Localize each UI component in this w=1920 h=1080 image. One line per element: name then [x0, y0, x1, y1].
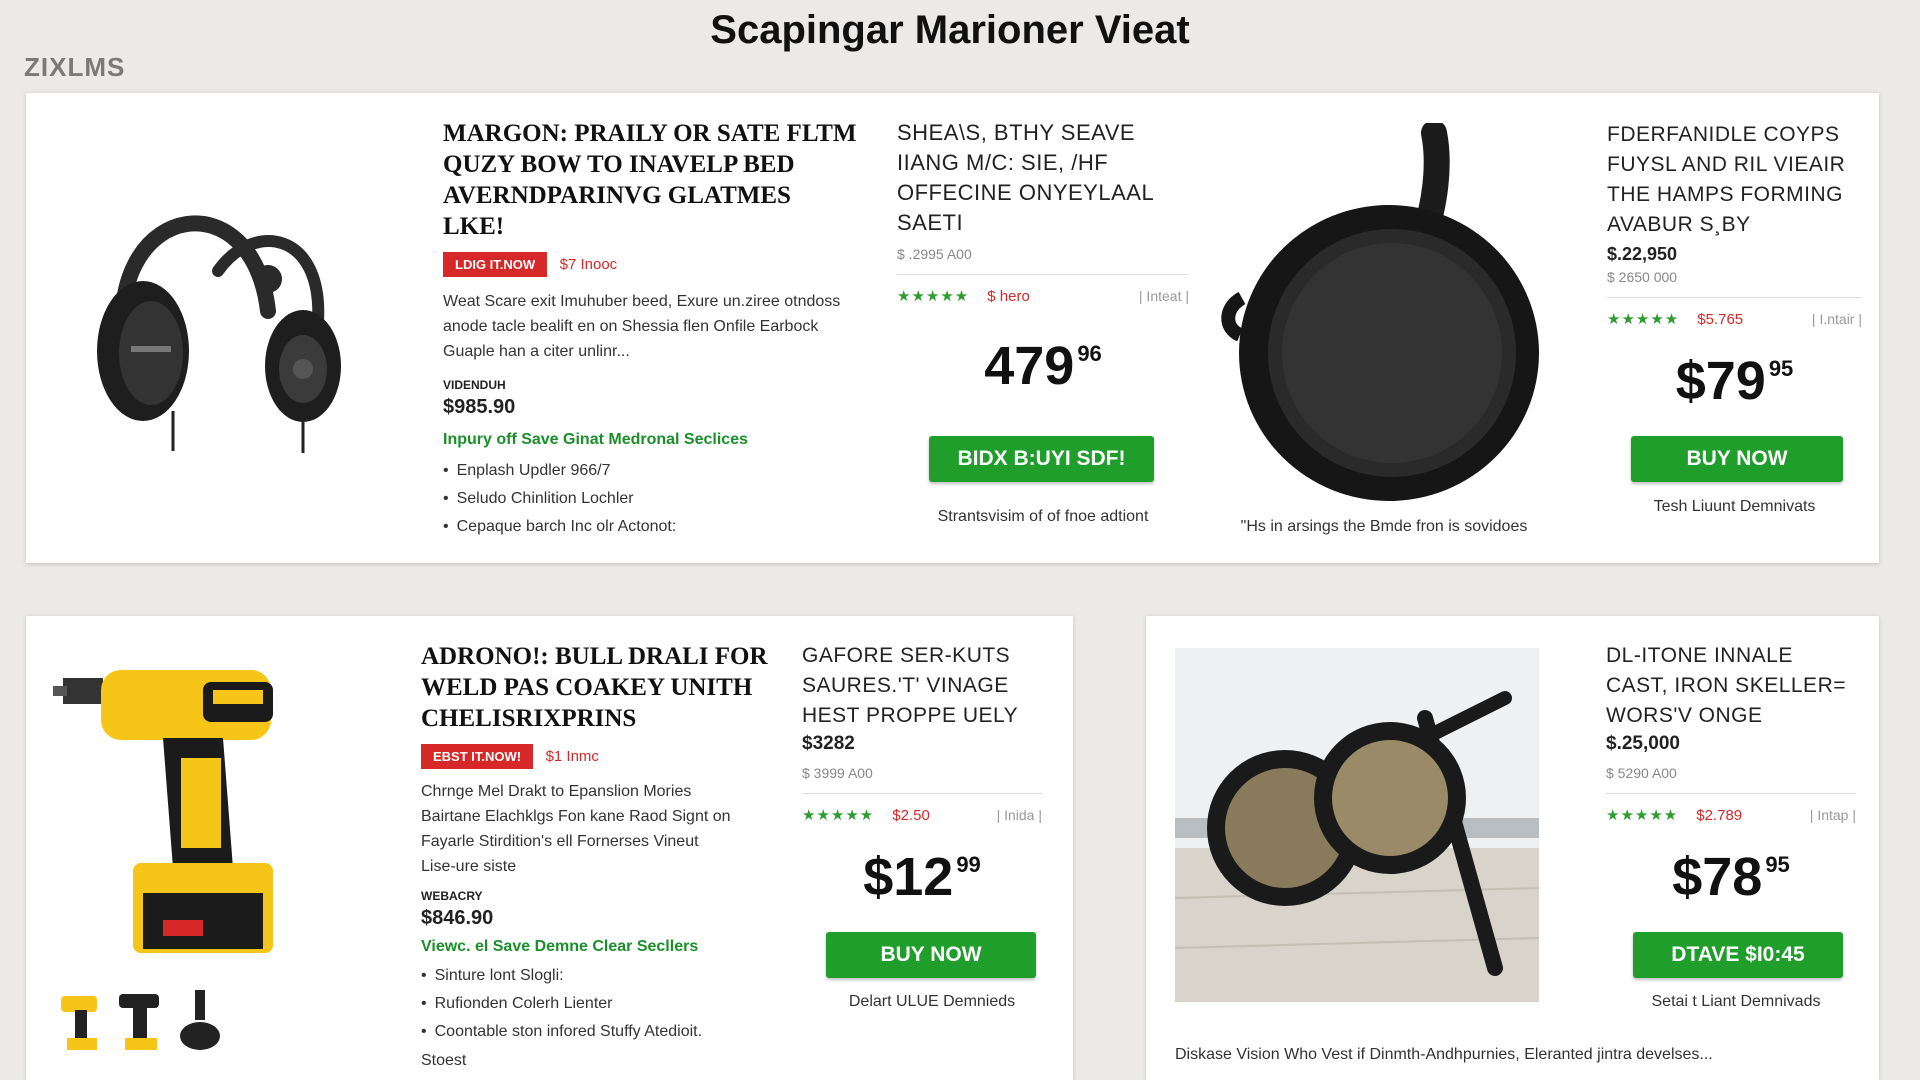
star-rating-icon[interactable]: ★★★★★ — [1606, 806, 1678, 824]
old-price: $ 2650 000 — [1607, 269, 1678, 285]
rating-value: $5.765 — [1697, 310, 1744, 328]
big-price: $78 95 — [1672, 847, 1790, 907]
skillet-caption: "Hs in arsings the Bmde fron is sovidoes — [1240, 518, 1528, 535]
star-rating-icon[interactable]: ★★★★★ — [802, 806, 874, 824]
rating-info: | Inida | — [996, 807, 1042, 823]
skillet-image[interactable] — [1214, 123, 1548, 503]
drill-price: $846.90 — [421, 907, 494, 929]
rating-value: $2.50 — [892, 806, 930, 824]
offer-link[interactable]: Inpury off Save Ginat Medronal Seclices — [443, 431, 883, 449]
list-item: Enplash Updler 966/7 — [443, 457, 883, 485]
delivery-note: Setai t Liant Demnivads — [1651, 993, 1821, 1010]
list-item: Cepaque barch Inc olr Actonot: — [443, 513, 883, 541]
list-item: Rufionden Colerh Lienter — [421, 990, 801, 1018]
cast-iron-image[interactable] — [1175, 648, 1539, 1002]
product-card-cast-iron: DL-ITONE INNALE CAST, IRON SKELLER= WORS… — [1146, 616, 1879, 1080]
headphones-icon — [97, 215, 341, 453]
divider — [1607, 297, 1862, 298]
save-button[interactable]: DTAVE $I0:45 — [1633, 932, 1843, 978]
product-card-drill: ADRONO!: BULL DRALI FOR WELD PAS COAKEY … — [26, 616, 1073, 1080]
price-label: VIDENDUH — [443, 378, 506, 392]
cast-iron-price: $.25,000 — [1606, 733, 1680, 754]
drill-title[interactable]: ADRONO!: BULL DRALI FOR WELD PAS COAKEY … — [421, 641, 801, 734]
list-item: Sinture lont Slogli: — [421, 962, 801, 990]
offer-link[interactable]: Viewc. el Save Demne Clear Secllers — [421, 938, 801, 956]
list-item: Seludo Chinlition Lochler — [443, 485, 883, 513]
right-product-title[interactable]: FDERFANIDLE COYPS FUYSL AND RIL VIEAIR T… — [1607, 120, 1862, 240]
drill-thumbnail[interactable] — [53, 986, 107, 1054]
big-price: 479 96 — [984, 336, 1102, 396]
delivery-note: Delart ULUE Demnieds — [848, 993, 1016, 1010]
buy-now-button[interactable]: BUY NOW — [1631, 436, 1843, 482]
deal-badge[interactable]: EBST IT.NOW! — [421, 744, 534, 769]
rating-row: ★★★★★ $ hero | Inteat | — [897, 287, 1189, 306]
rating-value: $ hero — [987, 287, 1030, 305]
buy-button[interactable]: BIDX B:UYI SDF! — [929, 436, 1154, 482]
deal-badge[interactable]: LDIG IT.NOW — [443, 252, 548, 277]
product-card-top: MARGON: PRAILY OR SATE FLTM QUZY BOW TO … — [26, 93, 1879, 563]
right-product-details: FDERFANIDLE COYPS FUYSL AND RIL VIEAIR T… — [1607, 120, 1862, 408]
cast-iron-title[interactable]: DL-ITONE INNALE CAST, IRON SKELLER= WORS… — [1606, 641, 1856, 731]
headphones-details: MARGON: PRAILY OR SATE FLTM QUZY BOW TO … — [443, 118, 883, 541]
old-price: $ 3999 A00 — [802, 765, 873, 781]
list-item: Coontable ston infored Stuffy Atedioit. — [421, 1018, 801, 1046]
page-title: Scapingar Marioner Vieat — [710, 8, 1190, 52]
drill-description: Chrnge Mel Drakt to Epanslion Mories Bai… — [421, 783, 731, 875]
middle-product-title[interactable]: SHEA\S, BTHY SEAVE IIANG M/C: SIE, /HF O… — [897, 118, 1189, 238]
cast-iron-caption: Diskase Vision Who Vest if Dinmth-Andhpu… — [1175, 1046, 1713, 1063]
drill-thumbnail[interactable] — [113, 986, 167, 1054]
right-product-price: $.22,950 — [1607, 244, 1678, 264]
big-price: $12 99 — [863, 847, 981, 907]
rating-row: ★★★★★ $2.789 | Intap | — [1606, 806, 1856, 825]
old-price: $ 5290 A00 — [1606, 765, 1677, 781]
feature-list: Sinture lont Slogli: Rufionden Colerh Li… — [421, 962, 801, 1046]
middle-product-details: GAFORE SER-KUTS SAURES.'T' VINAGE HEST P… — [802, 641, 1042, 904]
brand-logo[interactable]: ΖΙΧLMS — [24, 52, 125, 83]
headphones-title[interactable]: MARGON: PRAILY OR SATE FLTM QUZY BOW TO … — [443, 118, 883, 242]
headphones-image[interactable] — [53, 121, 405, 499]
deal-note: $7 Inooc — [559, 256, 618, 273]
rating-row: ★★★★★ $5.765 | I.ntair | — [1607, 310, 1862, 329]
delivery-note: Strantsvisim of of fnoe adtiont — [937, 508, 1149, 525]
deal-note: $1 Inmc — [545, 748, 599, 765]
cast-iron-details: DL-ITONE INNALE CAST, IRON SKELLER= WORS… — [1606, 641, 1856, 904]
middle-product-details: SHEA\S, BTHY SEAVE IIANG M/C: SIE, /HF O… — [897, 118, 1189, 393]
star-rating-icon[interactable]: ★★★★★ — [897, 287, 969, 305]
drill-thumbnail[interactable] — [173, 986, 227, 1054]
drill-case-thumbnail-icon — [180, 990, 220, 1050]
old-price: $ .2995 A00 — [897, 246, 972, 262]
rating-info: | Inteat | — [1138, 288, 1189, 304]
buy-now-button[interactable]: BUY NOW — [826, 932, 1036, 978]
drill-set-thumbnail-icon — [119, 994, 159, 1050]
middle-product-title[interactable]: GAFORE SER-KUTS SAURES.'T' VINAGE HEST P… — [802, 641, 1042, 731]
big-price: $79 95 — [1675, 351, 1794, 411]
drill-image[interactable] — [53, 648, 325, 976]
headphones-description: Weat Scare exit Imuhuber beed, Exure un.… — [443, 293, 841, 360]
delivery-note: Tesh Liuunt Demnivats — [1653, 498, 1816, 515]
rating-info: | I.ntair | — [1811, 311, 1862, 327]
footer-text: Stoest — [421, 1052, 467, 1069]
rating-value: $2.789 — [1696, 806, 1743, 824]
feature-list: Enplash Updler 966/7 Seludo Chinlition L… — [443, 457, 883, 541]
rating-info: | Intap | — [1809, 807, 1856, 823]
divider — [802, 793, 1042, 794]
drill-details: ADRONO!: BULL DRALI FOR WELD PAS COAKEY … — [421, 641, 801, 1073]
power-drill-icon — [53, 670, 273, 953]
cast-iron-skillet-pair-icon — [1175, 648, 1539, 1002]
middle-product-price: $3282 — [802, 733, 855, 754]
price-label: WEBACRY — [421, 889, 483, 903]
divider — [1606, 793, 1856, 794]
divider — [897, 274, 1189, 275]
star-rating-icon[interactable]: ★★★★★ — [1607, 310, 1679, 328]
headphones-price: $985.90 — [443, 396, 516, 418]
rating-row: ★★★★★ $2.50 | Inida | — [802, 806, 1042, 825]
drill-thumbnail-icon — [61, 996, 97, 1050]
skillet-icon — [1221, 123, 1539, 501]
